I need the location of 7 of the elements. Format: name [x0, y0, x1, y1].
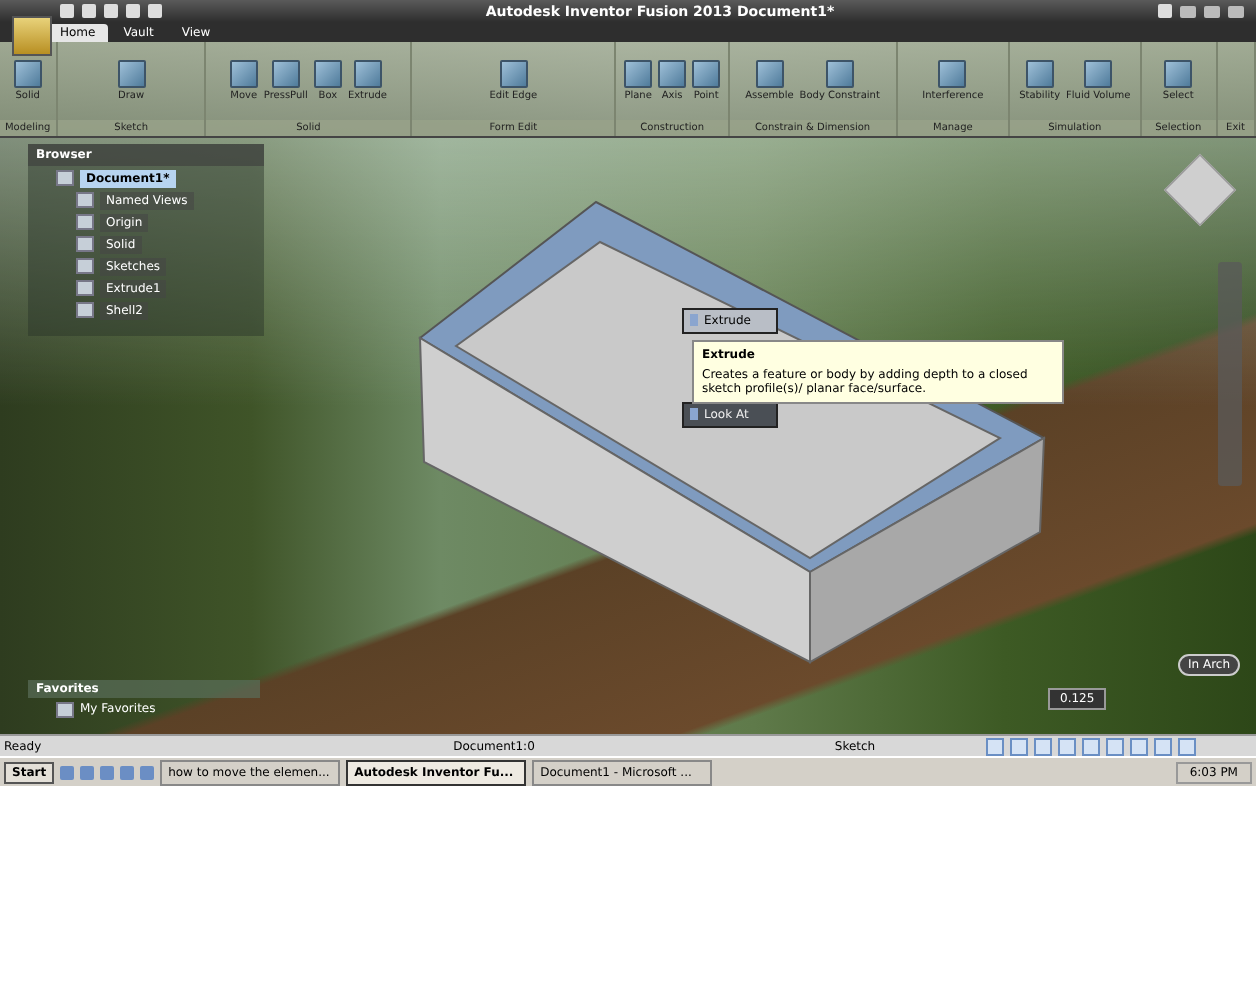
help-icon[interactable] [1158, 4, 1172, 18]
maximize-button[interactable] [1204, 5, 1220, 17]
application-button[interactable] [12, 16, 52, 56]
tool-icon [690, 408, 698, 421]
minimize-button[interactable] [1180, 5, 1196, 17]
close-button[interactable] [1228, 5, 1244, 17]
tool-icon [690, 314, 698, 327]
